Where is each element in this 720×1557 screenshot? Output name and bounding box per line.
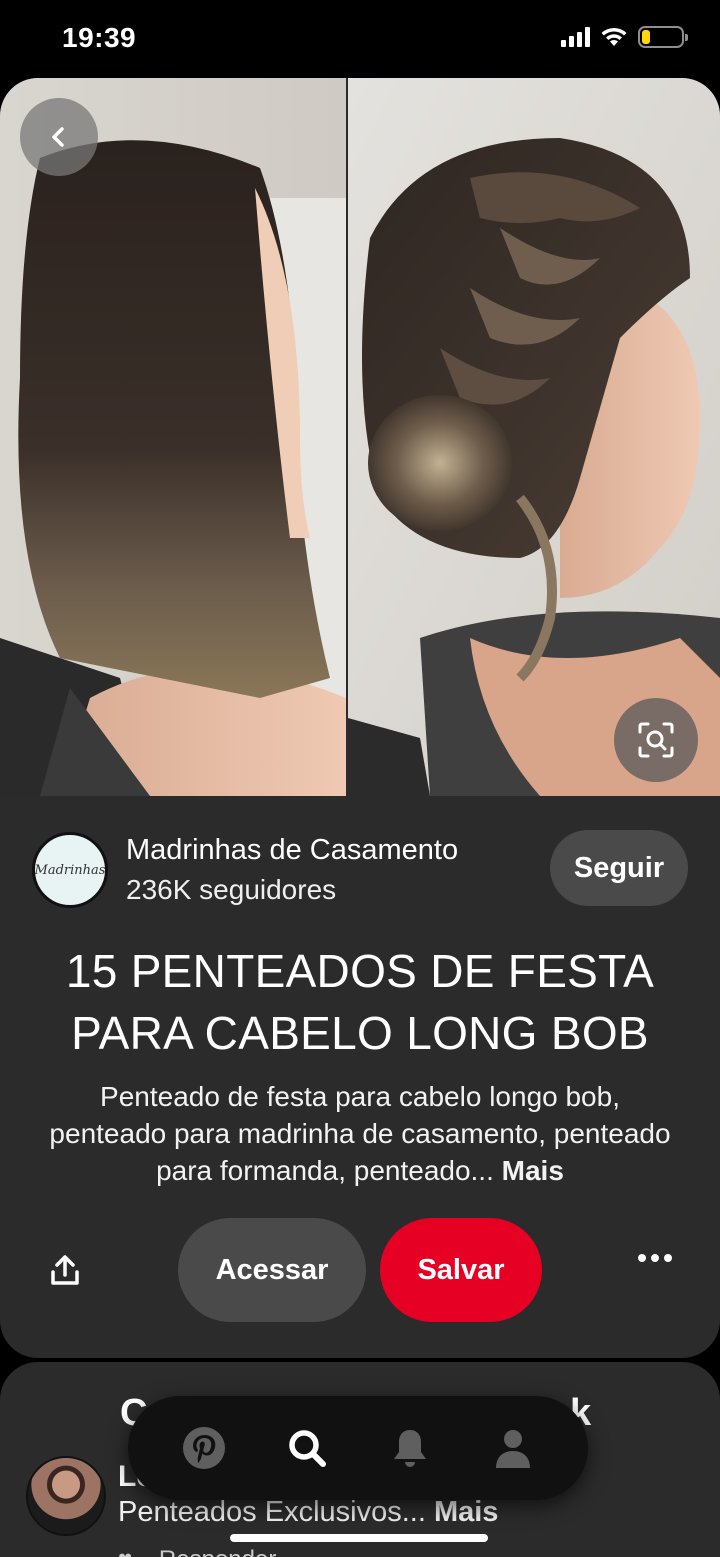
- pin-actions: Acessar Salvar: [0, 1218, 720, 1322]
- back-button[interactable]: [20, 98, 98, 176]
- visual-search-icon: [638, 722, 674, 758]
- reply-label[interactable]: Responder: [159, 1546, 276, 1557]
- pin-description: Penteado de festa para cabelo longo bob,…: [40, 1078, 680, 1189]
- creator-avatar-text: Madrinhas: [34, 862, 106, 878]
- visit-button[interactable]: Acessar: [178, 1218, 366, 1322]
- creator-name[interactable]: Madrinhas de Casamento: [126, 834, 458, 867]
- chevron-left-icon: [52, 127, 64, 147]
- nav-profile[interactable]: [483, 1418, 543, 1478]
- more-options-icon[interactable]: [638, 1254, 672, 1262]
- reply-link[interactable]: ♥ Responder: [118, 1546, 276, 1557]
- save-button[interactable]: Salvar: [380, 1218, 542, 1322]
- battery-level: [642, 30, 651, 44]
- nav-notifications[interactable]: [380, 1418, 440, 1478]
- battery-icon: [638, 26, 688, 48]
- creator-followers: 236K seguidores: [126, 874, 337, 905]
- share-button[interactable]: [40, 1246, 90, 1296]
- pin-description-text: Penteado de festa para cabelo longo bob,…: [49, 1081, 671, 1186]
- share-icon: [51, 1255, 79, 1285]
- commenter-avatar[interactable]: [26, 1456, 106, 1536]
- pinterest-home-icon: [182, 1427, 225, 1469]
- follow-button[interactable]: Seguir: [550, 830, 688, 906]
- comment-more-link[interactable]: Mais: [434, 1496, 498, 1528]
- status-icons: [561, 26, 688, 48]
- profile-icon: [495, 1430, 530, 1468]
- heart-icon[interactable]: ♥: [118, 1546, 132, 1557]
- visual-search-button[interactable]: [614, 698, 698, 782]
- pin-card: Madrinhas Madrinhas de Casamento 236K se…: [0, 78, 720, 1358]
- description-more-link[interactable]: Mais: [502, 1155, 564, 1186]
- notifications-icon: [393, 1430, 426, 1467]
- pin-image[interactable]: [0, 78, 720, 796]
- creator-row: Madrinhas Madrinhas de Casamento 236K se…: [32, 830, 688, 910]
- search-icon: [288, 1430, 326, 1467]
- nav-search[interactable]: [277, 1418, 337, 1478]
- cellular-signal-icon: [561, 27, 590, 47]
- wifi-icon: [600, 27, 628, 47]
- comment-text: Penteados Exclusivos... Mais: [118, 1496, 498, 1529]
- creator-avatar[interactable]: Madrinhas: [32, 832, 108, 908]
- nav-home[interactable]: [174, 1418, 234, 1478]
- status-time: 19:39: [62, 22, 137, 53]
- pin-title: 15 PENTEADOS DE FESTA PARA CABELO LONG B…: [65, 945, 655, 1059]
- comment-body: Penteados Exclusivos...: [118, 1496, 426, 1528]
- home-indicator[interactable]: [230, 1534, 488, 1542]
- bottom-nav: [128, 1396, 588, 1500]
- status-bar: 19:39: [0, 0, 720, 78]
